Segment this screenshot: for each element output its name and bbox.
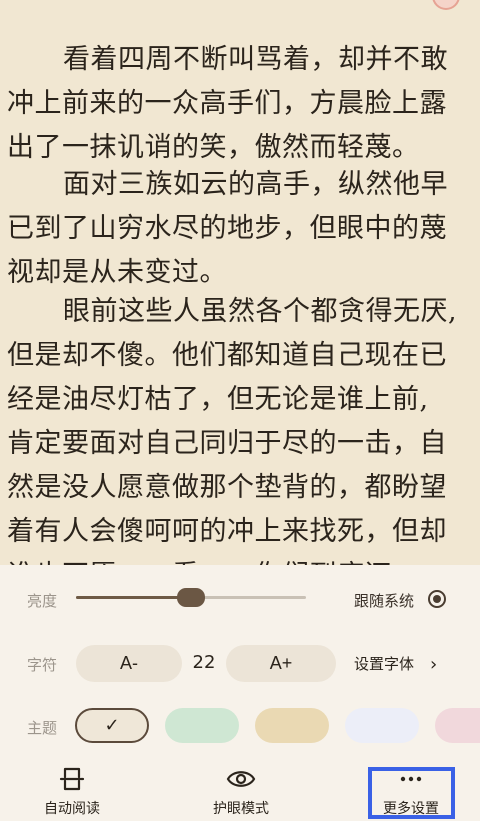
paragraph-3: 眼前这些人虽然各个都贪得无厌, 但是却不傻。他们都知道自己现在已 经是油尽灯枯了… (0, 290, 480, 565)
font-decrease-button[interactable]: A- (76, 645, 182, 682)
paragraph-line: 视却是从未变过。 (7, 257, 227, 288)
more-settings-highlight (368, 767, 455, 819)
theme-swatch-default[interactable]: ✓ (75, 708, 149, 743)
paragraph-line: 着有人会傻呵呵的冲上来找死，但却 (7, 516, 447, 547)
paragraph-line: 眼前这些人虽然各个都贪得无厌, (63, 296, 458, 327)
chevron-right-icon[interactable]: › (430, 654, 437, 675)
paragraph-1: 看着四周不断叫骂着，却并不敢 冲上前来的一众高手们，方晨脸上露 出了一抹讥诮的笑… (0, 38, 480, 170)
follow-system-label[interactable]: 跟随系统 (354, 590, 414, 611)
reading-area[interactable]: 看着四周不断叫骂着，却并不敢 冲上前来的一众高手们，方晨脸上露 出了一抹讥诮的笑… (0, 0, 480, 565)
paragraph-line: 谁也不愿……看……你们到底还敢…… (7, 554, 473, 565)
paragraph-line: 经是油尽灯枯了，但无论是谁上前, (7, 384, 429, 415)
auto-read-button[interactable]: 自动阅读 (17, 766, 127, 820)
paragraph-line: 肯定要面对自己同归于尽的一击，自 (7, 428, 447, 459)
check-icon: ✓ (104, 715, 120, 736)
set-font-link[interactable]: 设置字体 (354, 653, 414, 674)
eye-icon (226, 771, 256, 787)
auto-read-label: 自动阅读 (44, 801, 100, 817)
brightness-label: 亮度 (27, 592, 58, 610)
brightness-slider-fill (76, 596, 191, 599)
theme-swatch-green[interactable] (165, 708, 239, 743)
auto-read-icon (59, 767, 85, 791)
paragraph-2: 面对三族如云的高手，纵然他早 已到了山穷水尽的地步，但眼中的蔑 视却是从未变过。 (0, 163, 480, 295)
theme-swatch-lavender[interactable] (345, 708, 419, 743)
font-label: 字符 (27, 656, 58, 674)
paragraph-line: 但是却不傻。他们都知道自己现在已 (7, 340, 447, 371)
follow-system-radio[interactable] (428, 590, 446, 608)
eye-mode-button[interactable]: 护眼模式 (186, 766, 296, 820)
eye-mode-label: 护眼模式 (213, 801, 269, 817)
theme-swatch-pink[interactable] (435, 708, 480, 743)
theme-label: 主题 (27, 719, 58, 737)
theme-swatch-yellow[interactable] (255, 708, 329, 743)
paragraph-line: 然是没人愿意做那个垫背的，都盼望 (7, 472, 447, 503)
font-size-value: 22 (192, 652, 216, 673)
paragraph-line: 看着四周不断叫骂着，却并不敢 (63, 44, 448, 75)
font-increase-button[interactable]: A+ (226, 645, 336, 682)
paragraph-line: 冲上前来的一众高手们，方晨脸上露 (7, 88, 447, 119)
paragraph-line: 面对三族如云的高手，纵然他早 (63, 169, 448, 200)
paragraph-line: 已到了山穷水尽的地步，但眼中的蔑 (7, 213, 447, 244)
brightness-slider-thumb[interactable] (177, 588, 205, 607)
bookmark-badge-icon[interactable] (432, 0, 460, 10)
